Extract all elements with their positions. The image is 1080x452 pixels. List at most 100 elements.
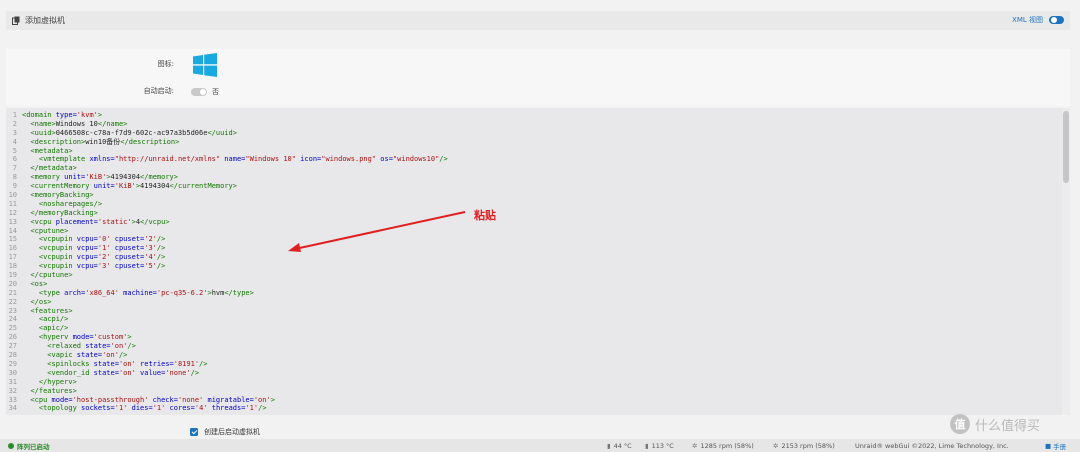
- code-line[interactable]: 33 <cpu mode='host-passthrough' check='n…: [6, 396, 1056, 405]
- manual-link[interactable]: ■ 手册: [1045, 441, 1066, 451]
- code-token: </metadata>: [22, 164, 77, 173]
- code-text: <apic/>: [22, 324, 69, 333]
- code-text: <vcpupin vcpu='3' cpuset='5'/>: [22, 262, 166, 271]
- code-line[interactable]: 18 <vcpupin vcpu='3' cpuset='5'/>: [6, 262, 1056, 271]
- line-number: 30: [8, 368, 17, 377]
- code-lines[interactable]: 1 <domain type='kvm'> 2 <name>Windows 10</…: [6, 111, 1056, 413]
- editor-scrollbar[interactable]: [1062, 108, 1070, 415]
- code-token: <nosharepages/>: [22, 199, 103, 208]
- code-token: />: [156, 235, 166, 244]
- code-token: <spinlocks: [22, 359, 94, 368]
- code-token: cpuset=: [110, 244, 145, 253]
- code-token: <vcpupin: [22, 244, 77, 253]
- code-line[interactable]: 6 <vmtemplate xmlns="http://unraid.net/x…: [6, 155, 1056, 164]
- code-line[interactable]: 13 <vcpu placement='static'>4</vcpu>: [6, 218, 1056, 227]
- code-token: 0466508c-c78a-f7d9-602c-ac97a3b5d06e: [55, 128, 208, 137]
- code-token: '1': [245, 404, 259, 413]
- line-number: 7: [12, 164, 17, 173]
- code-token: 'on': [118, 359, 136, 368]
- code-token: />: [190, 368, 200, 377]
- start-after-create-checkbox[interactable]: [190, 428, 198, 436]
- autostart-switch[interactable]: [191, 88, 207, 96]
- code-line[interactable]: 29 <spinlocks state='on' retries='8191'/…: [6, 360, 1056, 369]
- code-token: />: [258, 404, 267, 413]
- code-line[interactable]: 26 <hyperv mode='custom'>: [6, 333, 1056, 342]
- code-text: <vmtemplate xmlns="http://unraid.net/xml…: [22, 155, 448, 164]
- windows-icon[interactable]: [193, 53, 217, 77]
- code-text: <name>Windows 10</name>: [22, 120, 127, 129]
- code-token: unit=: [93, 182, 115, 191]
- line-number: 14: [8, 226, 17, 235]
- code-text: <acpi/>: [22, 315, 69, 324]
- code-line[interactable]: 34 <topology sockets='1' dies='1' cores=…: [6, 404, 1056, 413]
- xml-view-toggle[interactable]: XML 视图: [1012, 15, 1064, 25]
- autostart-value: 否: [212, 88, 219, 96]
- code-token: threads=: [207, 404, 246, 413]
- code-line[interactable]: 1 <domain type='kvm'>: [6, 111, 1056, 120]
- code-line[interactable]: 11 <nosharepages/>: [6, 200, 1056, 209]
- code-line[interactable]: 25 <apic/>: [6, 324, 1056, 333]
- line-number: 27: [8, 342, 17, 351]
- code-token: 'KiB': [85, 173, 107, 182]
- code-line[interactable]: 20 <os>: [6, 280, 1056, 289]
- code-line[interactable]: 31 </hyperv>: [6, 378, 1056, 387]
- start-after-create-row[interactable]: 创建后启动虚拟机: [190, 427, 260, 437]
- code-line[interactable]: 2 <name>Windows 10</name>: [6, 120, 1056, 129]
- code-line[interactable]: 4 <description>win10备份</description>: [6, 138, 1056, 147]
- code-line[interactable]: 23 <features>: [6, 307, 1056, 316]
- code-token: <currentMemory: [22, 182, 94, 191]
- code-line[interactable]: 19 </cputune>: [6, 271, 1056, 280]
- code-token: />: [156, 253, 166, 262]
- line-number: 21: [8, 288, 17, 297]
- code-token: <topology: [22, 404, 82, 413]
- code-token: 'host-passthrough': [72, 395, 149, 404]
- code-line[interactable]: 21 <type arch='x86_64' machine='pc-q35-6…: [6, 289, 1056, 298]
- code-text: <memory unit='KiB'>4194304</memory>: [22, 173, 178, 182]
- code-line[interactable]: 9 <currentMemory unit='KiB'>4194304</cur…: [6, 182, 1056, 191]
- line-number: 33: [8, 395, 17, 404]
- fan-icon: ✲: [773, 441, 779, 450]
- code-line[interactable]: 15 <vcpupin vcpu='0' cpuset='2'/>: [6, 235, 1056, 244]
- code-token: type=: [55, 111, 77, 119]
- code-line[interactable]: 28 <vapic state='on'/>: [6, 351, 1056, 360]
- code-line[interactable]: 22 </os>: [6, 298, 1056, 307]
- book-icon: ■: [1045, 441, 1052, 450]
- editor-scroll-thumb[interactable]: [1063, 111, 1069, 183]
- array-status: 阵列已启动: [8, 441, 50, 451]
- code-line[interactable]: 14 <cputune>: [6, 227, 1056, 236]
- xml-view-switch[interactable]: [1049, 16, 1064, 24]
- code-line[interactable]: 5 <metadata>: [6, 147, 1056, 156]
- code-text: <os>: [22, 280, 47, 289]
- code-line[interactable]: 24 <acpi/>: [6, 315, 1056, 324]
- code-token: '2': [144, 235, 157, 244]
- code-text: <memoryBacking>: [22, 191, 93, 200]
- code-line[interactable]: 10 <memoryBacking>: [6, 191, 1056, 200]
- code-token: 4194304: [110, 173, 141, 182]
- xml-editor[interactable]: 1 <domain type='kvm'> 2 <name>Windows 10</…: [6, 108, 1070, 415]
- code-line[interactable]: 7 </metadata>: [6, 164, 1056, 173]
- code-token: </name>: [97, 119, 128, 128]
- code-line[interactable]: 32 </features>: [6, 387, 1056, 396]
- code-token: </os>: [22, 297, 52, 306]
- code-text: <description>win10备份</description>: [22, 138, 179, 147]
- code-token: >: [127, 333, 132, 342]
- code-token: >: [270, 395, 275, 404]
- cpu-temp: ▮ 44 °C: [607, 442, 632, 450]
- vm-form-panel: 图标: 自动启动: 否: [6, 49, 1070, 106]
- code-line[interactable]: 30 <vendor_id state='on' value='none'/>: [6, 369, 1056, 378]
- code-token: '3': [144, 244, 157, 253]
- code-line[interactable]: 12 </memoryBacking>: [6, 209, 1056, 218]
- line-number: 29: [8, 359, 17, 368]
- code-line[interactable]: 17 <vcpupin vcpu='2' cpuset='4'/>: [6, 253, 1056, 262]
- code-line[interactable]: 3 <uuid>0466508c-c78a-f7d9-602c-ac97a3b5…: [6, 129, 1056, 138]
- code-line[interactable]: 16 <vcpupin vcpu='1' cpuset='3'/>: [6, 244, 1056, 253]
- line-number: 34: [8, 404, 17, 413]
- code-token: state=: [76, 351, 103, 360]
- code-text: <cpu mode='host-passthrough' check='none…: [22, 396, 275, 405]
- code-token: '1': [152, 404, 166, 413]
- code-line[interactable]: 8 <memory unit='KiB'>4194304</memory>: [6, 173, 1056, 182]
- code-line[interactable]: 27 <relaxed state='on'/>: [6, 342, 1056, 351]
- code-token: vcpu=: [76, 262, 98, 271]
- code-token: cpuset=: [110, 235, 145, 244]
- code-token: mode=: [51, 395, 73, 404]
